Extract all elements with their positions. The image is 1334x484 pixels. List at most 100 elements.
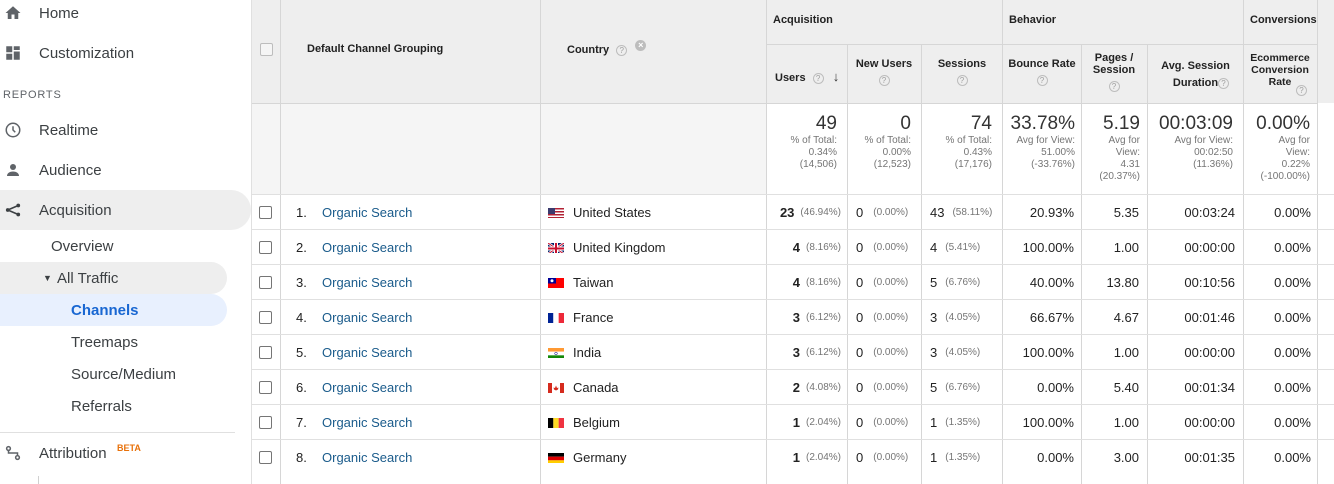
help-icon[interactable]: ? <box>1036 74 1048 86</box>
avg-duration-cell: 00:00:00 <box>1184 415 1235 430</box>
country-cell[interactable]: France <box>548 300 613 335</box>
sort-desc-arrow-icon[interactable]: ↓ <box>833 69 840 84</box>
country-cell[interactable]: Taiwan <box>548 265 613 300</box>
report-table: Default Channel Grouping Country ? × Acq… <box>252 0 1334 484</box>
row-checkbox[interactable] <box>259 195 272 230</box>
pages-session-cell: 1.00 <box>1113 415 1139 430</box>
row-checkbox[interactable] <box>259 335 272 370</box>
total-users-sub: % of Total: 0.34% (14,506) <box>767 135 837 171</box>
nav-referrals[interactable]: Referrals <box>71 390 132 422</box>
col-header-new-users[interactable]: New Users ? <box>852 58 916 86</box>
nav-treemaps[interactable]: Treemaps <box>71 326 138 358</box>
country-cell[interactable]: Germany <box>548 440 626 475</box>
table-row: 8. Organic Search Germany 1 (2.04%) 0 (0.0… <box>252 439 1334 474</box>
bounce-rate-cell: 0.00% <box>1037 450 1074 465</box>
col-header-avg-duration[interactable]: Avg. Session Duration ? <box>1152 58 1239 92</box>
bounce-rate-cell: 100.00% <box>1022 345 1074 360</box>
total-duration-sub3: (11.36%) <box>1193 159 1233 170</box>
total-ecom: 0.00% <box>1256 113 1310 134</box>
col-header-country[interactable]: Country ? × <box>567 40 647 56</box>
channel-link[interactable]: Organic Search <box>322 440 412 475</box>
new-users-value: 0 <box>856 450 864 465</box>
row-checkbox[interactable] <box>259 405 272 440</box>
row-checkbox[interactable] <box>259 300 272 335</box>
avg-duration-cell: 00:00:00 <box>1184 345 1235 360</box>
help-icon[interactable]: ? <box>1296 85 1307 96</box>
total-new-users-sub: % of Total: 0.00% (12,523) <box>848 135 911 171</box>
pages-session-cell: 3.00 <box>1113 450 1139 465</box>
total-sessions: 74 <box>970 113 992 134</box>
col-header-bounce-rate[interactable]: Bounce Rate ? <box>1006 58 1078 86</box>
table-row: 7. Organic Search Belgium 1 (2.04%) 0 (0.0… <box>252 404 1334 439</box>
col-header-ecom-rate[interactable]: Ecommerce Conversion Rate ? <box>1247 52 1313 96</box>
help-icon[interactable]: ? <box>812 72 824 84</box>
group-conversions: Conversions <box>1250 14 1317 26</box>
nav-channels[interactable]: Channels <box>0 294 227 326</box>
country-name: France <box>573 310 614 325</box>
nav-home[interactable]: Home <box>0 0 251 33</box>
sessions-value: 43 <box>930 205 945 220</box>
sessions-pct: (1.35%) <box>945 452 981 463</box>
sessions-pct: (1.35%) <box>945 417 981 428</box>
channel-link[interactable]: Organic Search <box>322 370 412 405</box>
help-icon[interactable]: ? <box>956 74 968 86</box>
channel-link[interactable]: Organic Search <box>322 335 412 370</box>
country-cell[interactable]: United Kingdom <box>548 230 666 265</box>
channel-link[interactable]: Organic Search <box>322 300 412 335</box>
users-cell: 3 (6.12%) <box>767 335 841 370</box>
nav-source-medium[interactable]: Source/Medium <box>71 358 176 390</box>
channel-link[interactable]: Organic Search <box>322 405 412 440</box>
col-header-pages-session[interactable]: Pages / Session ? <box>1087 52 1141 92</box>
new-users-pct: (0.00%) <box>873 242 909 253</box>
remove-dimension-icon[interactable]: × <box>635 40 647 51</box>
col-header-channel[interactable]: Default Channel Grouping <box>307 43 443 55</box>
help-icon[interactable]: ? <box>1218 78 1229 89</box>
help-icon[interactable]: ? <box>1108 80 1120 92</box>
new-users-cell: 0 (0.00%) <box>856 405 908 440</box>
nav-audience[interactable]: Audience <box>0 150 251 190</box>
help-icon[interactable]: ? <box>616 44 628 56</box>
nav-acquisition[interactable]: Acquisition <box>0 190 251 230</box>
country-cell[interactable]: Canada <box>548 370 619 405</box>
nav-realtime[interactable]: Realtime <box>0 110 251 150</box>
table-row: 3. Organic Search Taiwan 4 (8.16%) 0 (0.00… <box>252 264 1334 299</box>
col-header-sessions[interactable]: Sessions ? <box>926 58 998 86</box>
new-users-cell: 0 (0.00%) <box>856 370 908 405</box>
select-all-checkbox[interactable] <box>260 43 273 56</box>
country-cell[interactable]: India <box>548 335 601 370</box>
group-behavior: Behavior <box>1009 14 1057 26</box>
nav-all-traffic[interactable]: ▼ All Traffic <box>0 262 227 294</box>
row-checkbox[interactable] <box>259 440 272 475</box>
col-header-users[interactable]: Users ? ↓ <box>775 69 839 84</box>
country-cell[interactable]: Belgium <box>548 405 620 440</box>
sessions-value: 5 <box>930 380 938 395</box>
channel-link[interactable]: Organic Search <box>322 230 412 265</box>
new-users-value: 0 <box>856 415 864 430</box>
users-cell: 1 (2.04%) <box>767 405 841 440</box>
row-number: 5. <box>296 345 307 360</box>
nav-overview-label: Overview <box>51 237 114 255</box>
row-checkbox[interactable] <box>259 370 272 405</box>
nav-customization[interactable]: Customization <box>0 33 251 73</box>
channel-link[interactable]: Organic Search <box>322 265 412 300</box>
nav-attribution[interactable]: Attribution BETA <box>0 433 251 473</box>
new-users-value: 0 <box>856 205 864 220</box>
uk-flag-icon <box>548 242 564 253</box>
total-new-users-sub1: % of Total: <box>864 135 911 146</box>
total-pages-sub2: View: <box>1115 147 1140 158</box>
users-value: 23 <box>779 205 795 220</box>
nav-overview[interactable]: Overview <box>51 230 114 262</box>
users-pct: (8.16%) <box>805 277 841 288</box>
nav-realtime-label: Realtime <box>39 121 99 139</box>
users-value: 2 <box>792 380 800 395</box>
home-icon <box>4 4 22 22</box>
sessions-value: 5 <box>930 275 938 290</box>
person-icon <box>4 161 22 179</box>
row-checkbox[interactable] <box>259 230 272 265</box>
sessions-cell: 1 (1.35%) <box>930 405 980 440</box>
help-icon[interactable]: ? <box>878 74 890 86</box>
col-header-sessions-label: Sessions <box>937 58 987 70</box>
channel-link[interactable]: Organic Search <box>322 195 412 230</box>
country-cell[interactable]: United States <box>548 195 651 230</box>
row-checkbox[interactable] <box>259 265 272 300</box>
